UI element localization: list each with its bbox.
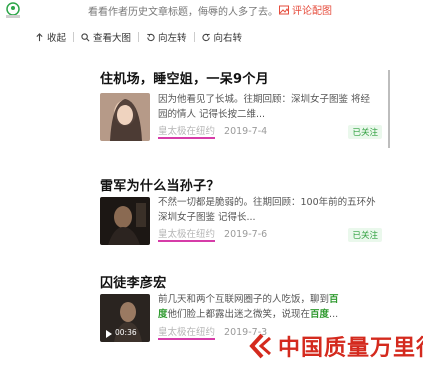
user-avatar[interactable] <box>3 1 23 19</box>
article-title[interactable]: 住机场，睡空姐，一呆9个月 <box>100 68 390 87</box>
article-summary: 因为他看见了长城。往期回顾：深圳女子图鉴 将经园的情人 记得长按二维... <box>158 94 371 120</box>
summary-text: ... <box>329 309 339 320</box>
article-title[interactable]: 囚徒李彦宏 <box>100 272 390 291</box>
keyword-highlight: 百度 <box>310 309 330 320</box>
keyword-highlight: 度 <box>158 309 168 320</box>
arrow-up-icon <box>36 32 43 41</box>
article-summary: 前几天和两个互联网圈子的人吃饭，聊到百 度他们脸上都露出迷之微笑，说现在百度..… <box>158 292 378 322</box>
video-duration: 00:36 <box>115 328 137 337</box>
comment-image-button[interactable]: 评论配图 <box>279 2 332 17</box>
rotate-left-label: 向左转 <box>158 33 187 44</box>
toolbar-divider <box>138 32 140 42</box>
article-card[interactable]: 住机场，睡空姐，一呆9个月 因为他看见了长城。往期回顾：深圳女子图鉴 将经园的情… <box>100 68 390 141</box>
watermark: 中国质量万里行 <box>246 330 423 362</box>
image-toolbar: 收起 查看大图 向左转 向右转 <box>35 28 395 46</box>
view-large-button[interactable]: 查看大图 <box>81 30 131 44</box>
collapse-label: 收起 <box>47 33 67 44</box>
article-card[interactable]: 雷军为什么当孙子？ 不然一切都是脆弱的。往期回顾：100年前的五环外 深圳女子图… <box>100 175 390 245</box>
collapse-button[interactable]: 收起 <box>35 30 66 44</box>
article-meta: 皇太极在纽约 2019-7-4 <box>158 123 268 139</box>
follow-status-badge[interactable]: 已关注 <box>348 125 382 139</box>
summary-text: 前几天和两个互联网圈子的人吃饭，聊到 <box>158 294 330 305</box>
article-meta: 皇太极在纽约 2019-7-6 <box>158 226 268 242</box>
summary-text: 他们脸上都露出迷之微笑，说现在 <box>167 309 311 320</box>
rotate-right-icon <box>201 33 210 41</box>
image-icon <box>279 5 289 14</box>
comment-text: 看看作者历史文章标题，侮辱的人多了去。 <box>88 7 278 18</box>
rotate-left-icon <box>147 33 155 41</box>
rotate-left-button[interactable]: 向左转 <box>146 30 187 44</box>
toolbar-divider <box>73 32 75 42</box>
article-thumbnail[interactable] <box>100 93 150 141</box>
video-thumbnail[interactable]: 00:36 <box>100 294 150 342</box>
article-thumbnail[interactable] <box>100 197 150 245</box>
article-summary: 不然一切都是脆弱的。往期回顾：100年前的五环外 深圳女子图鉴 记得长... <box>158 197 376 223</box>
author-link[interactable]: 皇太极在纽约 <box>158 229 216 242</box>
article-card[interactable]: 囚徒李彦宏 00:36 前几天和两个互联网圈子的人吃饭，聊到百 度他们脸上都露出… <box>100 272 390 342</box>
toolbar-divider <box>193 32 195 42</box>
rotate-right-label: 向右转 <box>213 33 243 44</box>
follow-status-badge[interactable]: 已关注 <box>348 228 382 242</box>
article-date: 2019-7-4 <box>224 126 268 137</box>
keyword-highlight: 百 <box>329 294 339 305</box>
author-link[interactable]: 皇太极在纽约 <box>158 126 216 139</box>
view-large-label: 查看大图 <box>93 33 132 44</box>
article-title[interactable]: 雷军为什么当孙子？ <box>100 175 390 194</box>
comment-image-label: 评论配图 <box>292 6 332 17</box>
watermark-text: 中国质量万里行 <box>278 335 423 361</box>
author-link[interactable]: 皇太极在纽约 <box>158 327 216 340</box>
search-icon <box>81 32 90 41</box>
article-date: 2019-7-6 <box>224 229 268 240</box>
comment-header: 看看作者历史文章标题，侮辱的人多了去。 评论配图 <box>0 0 423 20</box>
rotate-right-button[interactable]: 向右转 <box>201 30 243 44</box>
watermark-logo-icon <box>249 333 271 359</box>
